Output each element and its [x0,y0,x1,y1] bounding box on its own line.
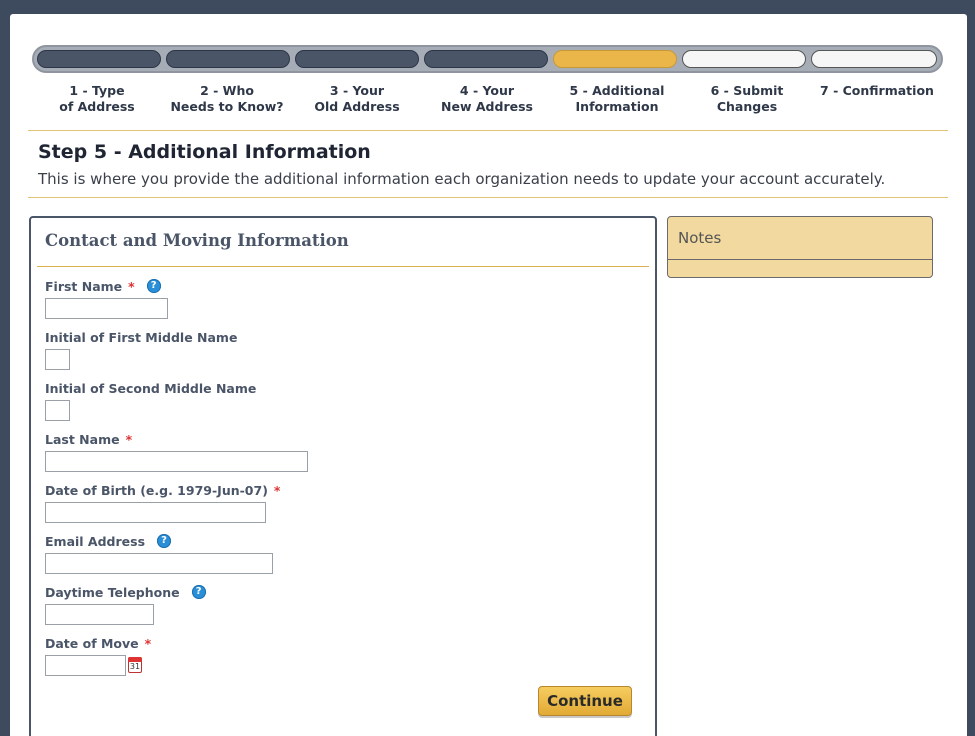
form-title-divider [37,266,649,267]
progress-segment-3 [295,50,419,68]
progress-segment-2 [166,50,290,68]
step-label-3: 3 - Your Old Address [314,83,400,114]
progress-segment-6 [682,50,806,68]
first-name-label: First Name * ? [45,278,161,294]
last-name-label: Last Name * [45,431,133,447]
required-marker: * [144,635,152,651]
header-divider-top [28,130,948,131]
daytime-telephone-input[interactable] [45,604,154,625]
progress-segment-1 [37,50,161,68]
step-label-5: 5 - Additional Information [569,83,665,114]
step-label-6: 6 - Submit Changes [710,83,784,114]
calendar-icon[interactable]: 31 [128,657,142,673]
notes-divider [668,259,932,260]
progress-bar [32,45,943,73]
required-marker: * [128,278,135,294]
page-description: This is where you provide the additional… [38,170,886,188]
daytime-telephone-label: Daytime Telephone ? [45,584,206,600]
page: 1 - Type of Address 2 - Who Needs to Kno… [10,14,967,736]
daytime-telephone-field: Daytime Telephone ? [45,584,206,625]
initial-second-middle-input[interactable] [45,400,70,421]
step-label-7: 7 - Confirmation [820,83,934,98]
last-name-input[interactable] [45,451,308,472]
help-icon[interactable]: ? [157,534,172,548]
required-marker: * [273,482,281,498]
initial-second-middle-field: Initial of Second Middle Name [45,380,257,421]
date-of-birth-label: Date of Birth (e.g. 1979-Jun-07) * [45,482,281,498]
initial-first-middle-field: Initial of First Middle Name [45,329,238,370]
date-of-birth-field: Date of Birth (e.g. 1979-Jun-07) * [45,482,281,523]
date-of-move-input[interactable] [45,655,126,676]
progress-segment-5 [553,50,677,68]
first-name-field: First Name * ? [45,278,168,319]
email-input[interactable] [45,553,273,574]
progress-segment-7 [811,50,937,68]
initial-second-middle-label: Initial of Second Middle Name [45,380,257,396]
help-icon[interactable]: ? [146,279,161,293]
notes-panel: Notes [667,216,933,278]
email-field: Email Address ? [45,533,273,574]
continue-button[interactable]: Continue [538,686,632,716]
form-title: Contact and Moving Information [45,231,349,250]
step-label-4: 4 - Your New Address [441,83,533,114]
date-of-move-field: Date of Move * 31 [45,635,152,676]
email-label: Email Address ? [45,533,172,549]
date-of-move-label: Date of Move * [45,635,152,651]
help-icon[interactable]: ? [191,585,206,599]
header-divider-bottom [28,197,948,198]
last-name-field: Last Name * [45,431,308,472]
first-name-input[interactable] [45,298,168,319]
step-labels: 1 - Type of Address 2 - Who Needs to Kno… [32,83,943,123]
contact-moving-form: Contact and Moving Information First Nam… [29,216,657,736]
required-marker: * [125,431,133,447]
page-title: Step 5 - Additional Information [38,141,371,163]
date-of-birth-input[interactable] [45,502,266,523]
step-label-2: 2 - Who Needs to Know? [170,83,284,114]
notes-title: Notes [678,229,722,247]
initial-first-middle-input[interactable] [45,349,70,370]
progress-segment-4 [424,50,548,68]
initial-first-middle-label: Initial of First Middle Name [45,329,238,345]
step-label-1: 1 - Type of Address [59,83,135,114]
